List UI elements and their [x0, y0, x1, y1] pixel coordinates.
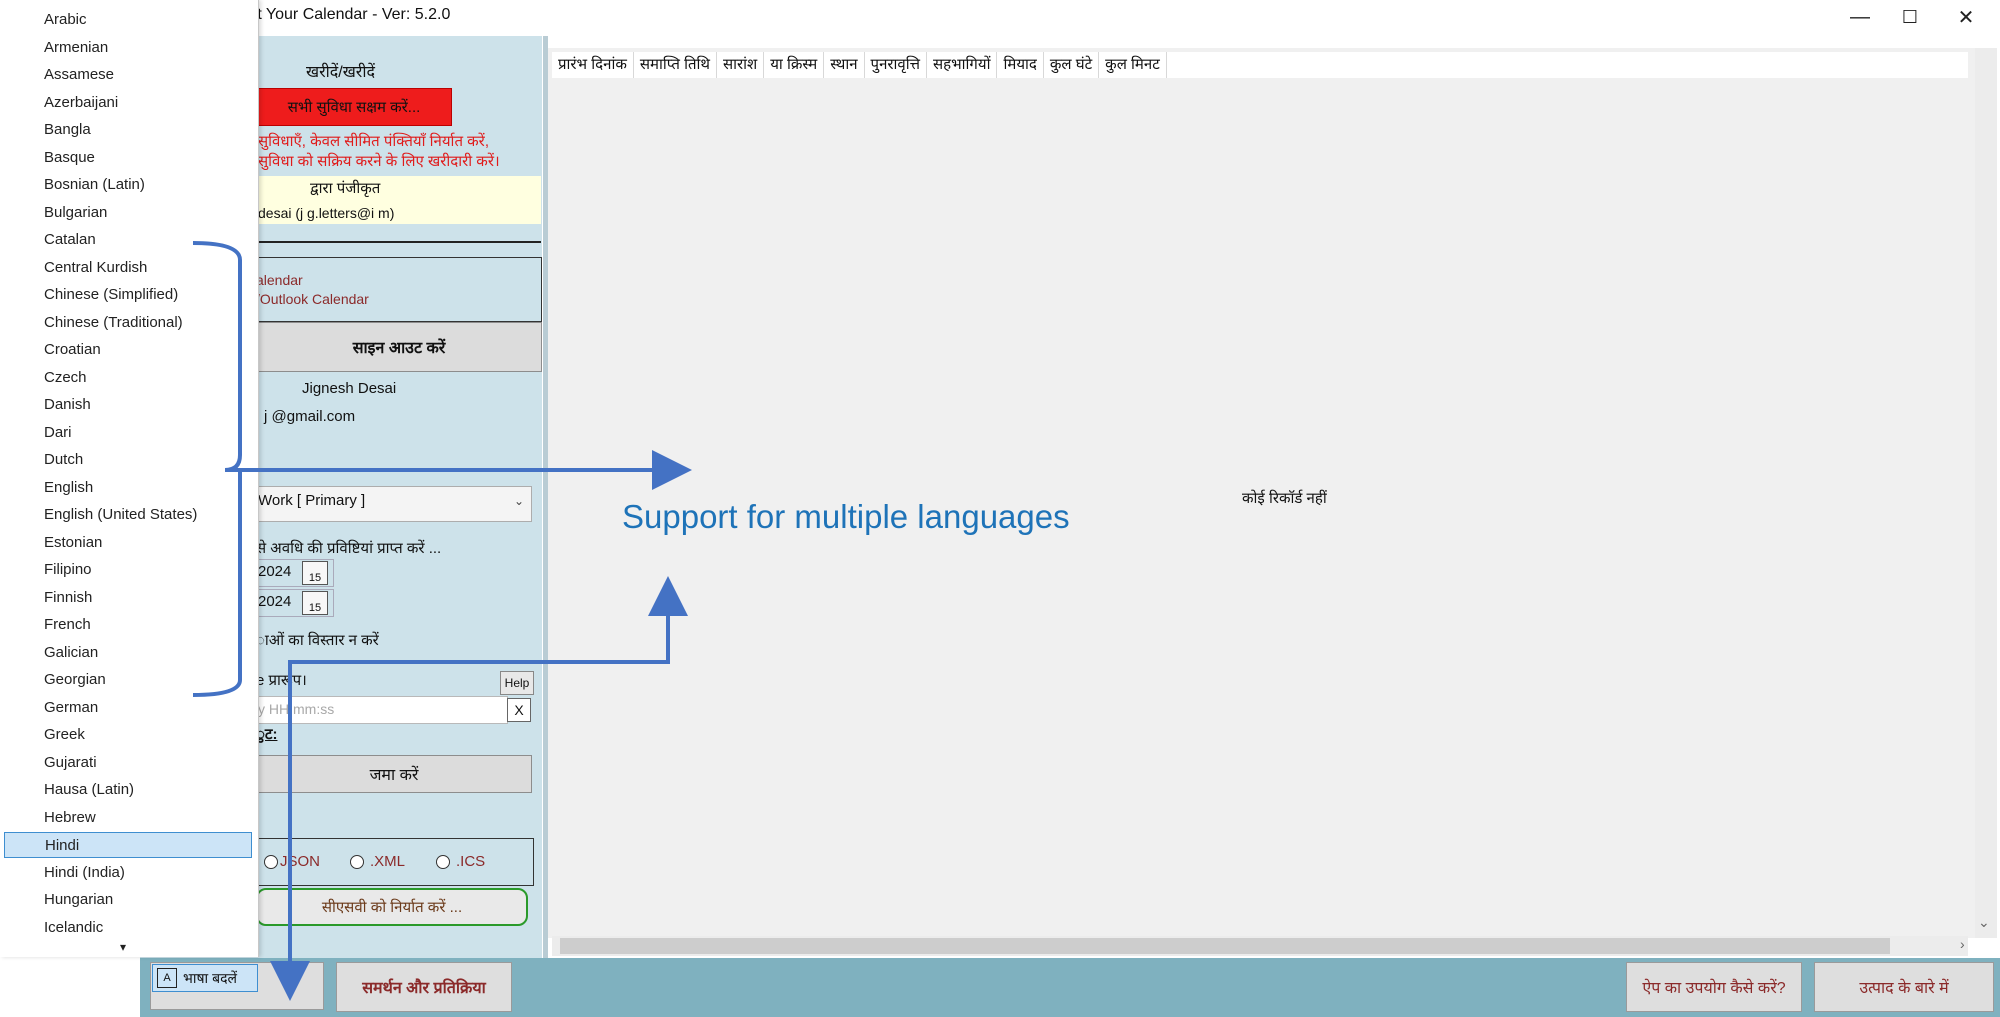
bracket-shape [192, 241, 242, 697]
arrow-up [288, 576, 688, 982]
annotation-arrows [192, 241, 692, 1001]
